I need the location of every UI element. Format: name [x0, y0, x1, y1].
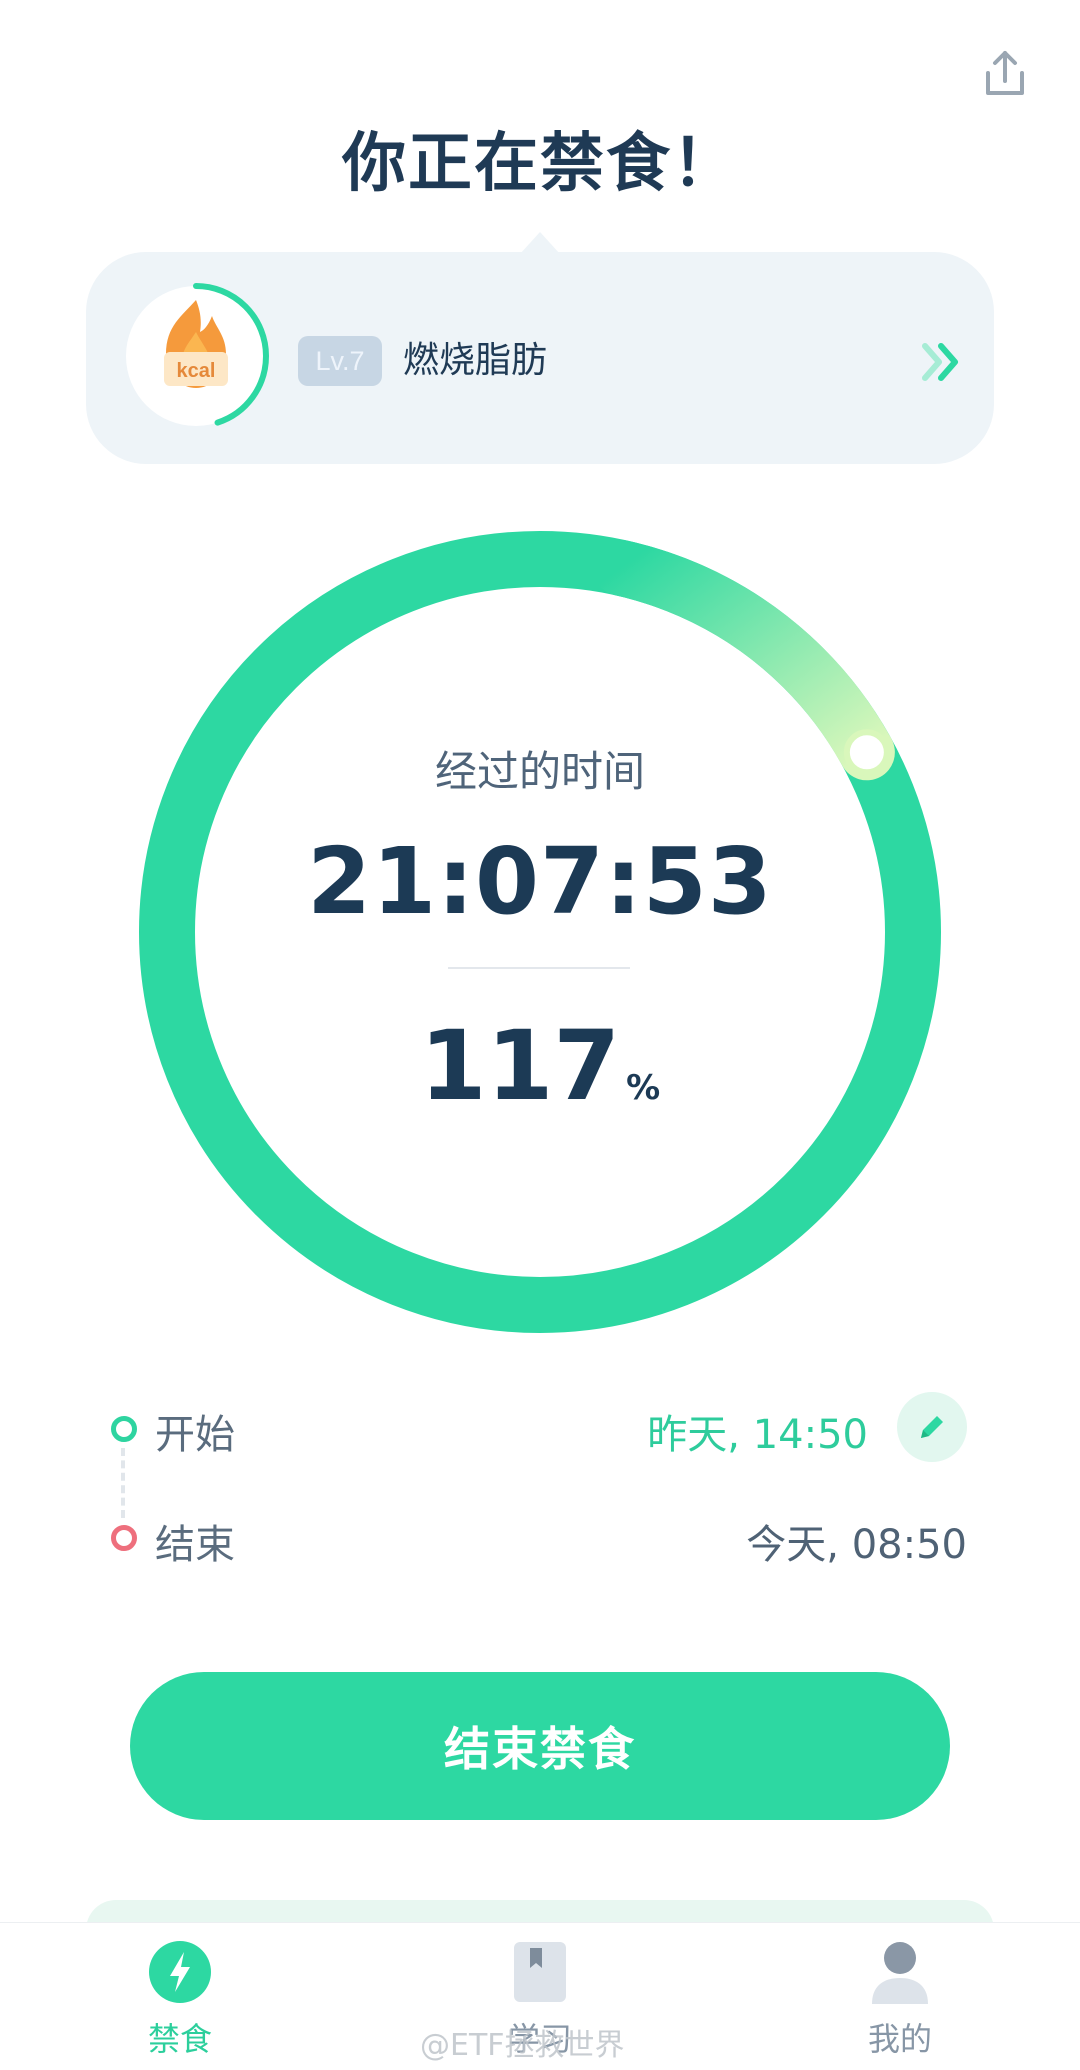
nav-item-fasting[interactable]: 禁食	[50, 1940, 310, 2060]
nav-item-me[interactable]: 我的	[770, 1940, 1030, 2060]
start-dot	[111, 1416, 137, 1442]
end-dot	[111, 1525, 137, 1551]
ring-divider	[448, 967, 630, 969]
level-pill: Lv.7	[298, 336, 382, 386]
nav-label: 我的	[867, 2020, 932, 2058]
end-time-value: 今天, 08:50	[746, 1522, 967, 1568]
book-icon	[514, 1942, 566, 2002]
start-label: 开始	[155, 1412, 235, 1458]
progress-percent: 117%	[0, 1010, 1080, 1122]
edit-start-button[interactable]	[897, 1392, 967, 1462]
badge-text: kcal	[177, 360, 216, 382]
percent-sign: %	[626, 1068, 661, 1108]
end-fast-button[interactable]: 结束禁食	[130, 1672, 950, 1820]
page-title: 你正在禁食！	[342, 127, 738, 201]
end-label: 结束	[155, 1522, 235, 1568]
nav-label: 禁食	[147, 2020, 212, 2058]
watermark: @ETF拯救世界	[420, 2028, 625, 2063]
elapsed-time: 21:07:53	[307, 828, 773, 935]
user-icon	[872, 1942, 928, 2004]
share-button[interactable]	[975, 44, 1035, 104]
start-time-value[interactable]: 昨天, 14:50	[647, 1402, 868, 1460]
stage-name: 燃烧脂肪	[403, 340, 548, 381]
card-pointer	[520, 232, 560, 254]
ring-overflow-arc	[592, 539, 895, 781]
elapsed-label: 经过的时间	[434, 747, 645, 796]
pencil-icon	[921, 1416, 943, 1438]
timeline-connector	[121, 1448, 125, 1518]
stage-details-button[interactable]	[915, 334, 971, 390]
lightning-icon	[149, 1941, 211, 2003]
percent-value: 117	[419, 1010, 621, 1122]
stage-badge: kcal	[122, 282, 270, 430]
share-upload-icon	[986, 51, 1024, 95]
double-chevron-right-icon	[922, 343, 958, 381]
